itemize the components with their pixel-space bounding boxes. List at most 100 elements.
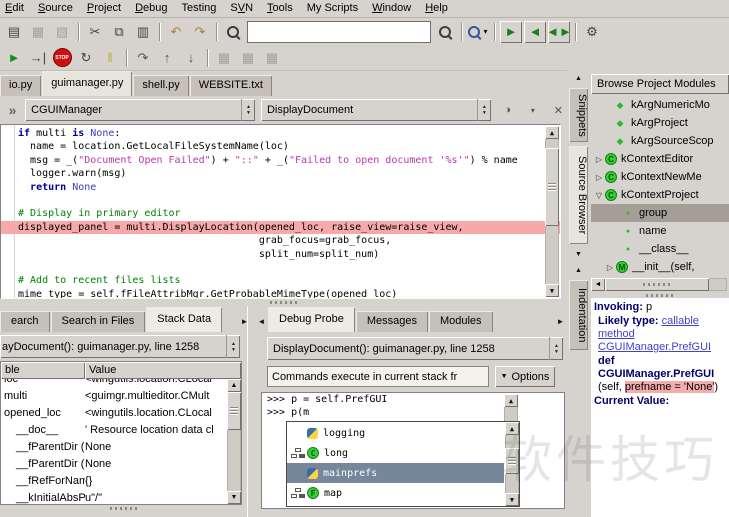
goto-next-button[interactable]: ►	[500, 21, 522, 43]
tab-overflow-right-icon[interactable]: ►	[555, 314, 566, 328]
table-row[interactable]: loc<wingutils.location.CLocal	[1, 379, 227, 387]
step-over-button[interactable]: ↷	[132, 47, 154, 69]
strip2-scroll-up-icon[interactable]: ▲	[570, 264, 587, 276]
editor-vscrollbar[interactable]: ▲ ▼	[545, 126, 559, 297]
tab-earch[interactable]: earch	[0, 311, 50, 332]
expander-collapsed-icon[interactable]: ▷	[593, 155, 605, 164]
completion-item-logging[interactable]: logging	[287, 423, 504, 443]
popup-vscroll-thumb[interactable]	[505, 448, 519, 474]
table-vscroll-thumb[interactable]	[227, 392, 241, 430]
step-out-button[interactable]: ↑	[156, 47, 178, 69]
paste-button[interactable]: ▥	[132, 21, 154, 43]
scroll-down-icon[interactable]: ▼	[227, 491, 241, 504]
table-row[interactable]: __fParentDir (None	[1, 455, 227, 472]
open-file-button[interactable]: ▤	[3, 21, 25, 43]
strip-scroll-up-icon[interactable]: ▲	[570, 72, 587, 84]
stack-frame-selector[interactable]: ayDocument(): guimanager.py, line 1258 ▲…	[0, 335, 240, 358]
scope-combo[interactable]: CGUIManager ▲▼	[25, 99, 255, 121]
menu-item-tools[interactable]: Tools	[260, 0, 300, 17]
strip-scroll-down-icon[interactable]: ▼	[570, 248, 587, 260]
save-button[interactable]: ▦	[27, 21, 49, 43]
menu-item-testing[interactable]: Testing	[175, 0, 224, 17]
menu-item-svn[interactable]: SVN	[223, 0, 260, 17]
search-toggle-button[interactable]	[222, 21, 244, 43]
tab-overflow-left-icon[interactable]: ◄	[256, 314, 267, 328]
scroll-up-icon[interactable]: ▲	[227, 379, 241, 392]
menu-item-help[interactable]: Help	[418, 0, 455, 17]
tree-item-init-self[interactable]: ▷M__init__(self,	[591, 258, 729, 276]
tab-overflow-right-icon[interactable]: ►	[239, 314, 250, 328]
cut-button[interactable]: ✂	[84, 21, 106, 43]
spin-down-icon[interactable]: ▼	[231, 347, 236, 353]
expander-collapsed-icon[interactable]: ▷	[604, 263, 616, 272]
breakpoint-disable-button[interactable]: ▦	[237, 47, 259, 69]
type-link-symbol[interactable]: CGUIManager.PrefGUI	[598, 341, 711, 353]
tree-item-class[interactable]: ●__class__	[591, 240, 729, 258]
tree-item-kargsourcescop[interactable]: ◆kArgSourceScop	[591, 132, 729, 150]
code-area[interactable]: if multi is None: name = location.GetLoc…	[0, 124, 561, 299]
type-link-method[interactable]: method	[598, 328, 635, 340]
undo-button[interactable]: ↶	[165, 21, 187, 43]
tree-hscroll-track[interactable]	[605, 278, 727, 291]
completion-item-map[interactable]: Fmap	[287, 483, 504, 503]
expander-collapsed-icon[interactable]: ▷	[593, 173, 605, 182]
scope-combo-spinner[interactable]: ▲▼	[241, 99, 255, 121]
tab-stack-data[interactable]: Stack Data	[146, 307, 222, 332]
table-vscrollbar[interactable]: ▲ ▼	[227, 379, 241, 504]
search-input[interactable]	[247, 21, 431, 43]
search-in-files-button[interactable]: ▾	[467, 21, 489, 43]
table-row[interactable]: opened_loc<wingutils.location.CLocal	[1, 404, 227, 421]
editor-menu-dropdown-icon[interactable]: ▾	[524, 106, 541, 115]
tree-item-kargnumericmo[interactable]: ◆kArgNumericMo	[591, 96, 729, 114]
splitter-mode-icon[interactable]: ◑	[499, 104, 516, 116]
tree-item-group[interactable]: ●group	[591, 204, 729, 222]
stop-button[interactable]: STOP	[51, 47, 73, 69]
popup-vscrollbar[interactable]: ▲ ▼	[505, 422, 519, 506]
completion-item-long[interactable]: Clong	[287, 443, 504, 463]
save-as-button[interactable]: ▨	[51, 21, 73, 43]
scroll-up-icon[interactable]: ▲	[504, 394, 518, 407]
table-row[interactable]: __fRefForNam{}	[1, 472, 227, 489]
goto-previous-button[interactable]: ◄	[524, 21, 546, 43]
probe-frame-spinner[interactable]: ▲▼	[549, 337, 563, 360]
script-button[interactable]: ⚙	[581, 21, 603, 43]
spin-down-icon[interactable]: ▼	[482, 110, 487, 116]
symbol-combo-spinner[interactable]: ▲▼	[477, 99, 491, 121]
tab-guimanager-py[interactable]: guimanager.py	[42, 71, 132, 96]
menu-item-window[interactable]: Window	[365, 0, 418, 17]
tree-item-kcontextproject[interactable]: ▽CkContextProject	[591, 186, 729, 204]
spin-down-icon[interactable]: ▼	[554, 349, 559, 355]
step-into-button[interactable]: ↓	[180, 47, 202, 69]
column-header-value[interactable]: Value	[85, 362, 241, 379]
options-button[interactable]: ▼ Options	[495, 366, 555, 387]
table-row[interactable]: __fParentDir (None	[1, 438, 227, 455]
tab-search-in-files[interactable]: Search in Files	[51, 311, 146, 332]
tab-io-py[interactable]: io.py	[0, 75, 41, 96]
tree-item-kargproject[interactable]: ◆kArgProject	[591, 114, 729, 132]
breakpoint-gutter[interactable]	[1, 125, 15, 298]
search-go-button[interactable]	[434, 21, 456, 43]
scroll-left-icon[interactable]: ◄	[591, 278, 605, 291]
type-link-callable[interactable]: callable	[662, 315, 699, 327]
redo-button[interactable]: ↷	[189, 21, 211, 43]
menu-item-project[interactable]: Project	[80, 0, 128, 17]
tree-hscroll-thumb[interactable]	[605, 278, 709, 291]
table-row[interactable]: __doc__' Resource location data cl	[1, 421, 227, 438]
breakpoint-clear-button[interactable]: ▦	[261, 47, 283, 69]
browse-project-modules-header[interactable]: Browse Project Modules	[591, 74, 729, 94]
tab-debug-probe[interactable]: Debug Probe	[268, 307, 355, 332]
menu-item-debug[interactable]: Debug	[128, 0, 174, 17]
tree-item-name[interactable]: ●name	[591, 222, 729, 240]
tab-indentation[interactable]: Indentation	[569, 280, 588, 350]
stack-panel-bottom-grip[interactable]	[0, 505, 247, 517]
restart-debug-button[interactable]: ↻	[75, 47, 97, 69]
tree-item-kcontextnewme[interactable]: ▷CkContextNewMe	[591, 168, 729, 186]
goto-both-button[interactable]: ◄►	[548, 21, 570, 43]
debug-continue-button[interactable]: ►	[3, 47, 25, 69]
column-header-variable[interactable]: ble	[1, 362, 85, 379]
tree-item-kcontexteditor[interactable]: ▷CkContextEditor	[591, 150, 729, 168]
expander-expanded-icon[interactable]: ▽	[593, 191, 605, 200]
scroll-up-icon[interactable]: ▲	[545, 126, 559, 139]
stack-frame-spinner[interactable]: ▲▼	[226, 335, 240, 358]
debug-probe-console[interactable]: >>> p = self.PrefGUI >>> p(m ▲ ▼ logging…	[261, 392, 565, 509]
